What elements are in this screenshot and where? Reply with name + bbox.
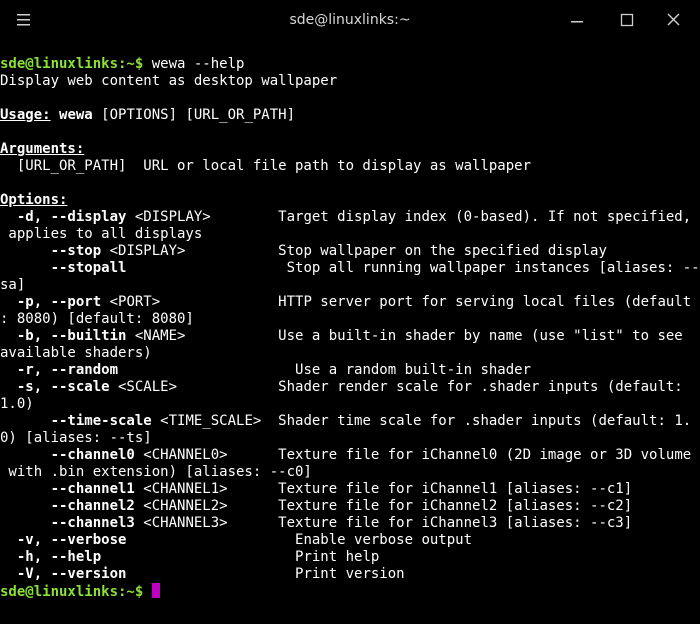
option-line: --channel1 <CHANNEL1> Texture file for i… xyxy=(0,481,700,498)
window-title: sde@linuxlinks:~ xyxy=(289,12,411,28)
option-line: --stop <DISPLAY> Stop wallpaper on the s… xyxy=(0,243,700,260)
maximize-button[interactable] xyxy=(613,8,641,34)
option-text xyxy=(0,328,17,344)
option-flag: -h, --help xyxy=(16,549,102,565)
close-icon xyxy=(667,13,680,26)
minimize-button[interactable] xyxy=(563,8,591,34)
option-text: <SCALE> Shader render scale for .shader … xyxy=(109,379,683,395)
minimize-icon xyxy=(571,21,583,23)
option-flag: -p, --port xyxy=(16,294,102,310)
option-text: with .bin extension) [aliases: --c0] xyxy=(0,464,312,480)
option-flag: -b, --builtin xyxy=(16,328,127,344)
option-text xyxy=(0,549,17,565)
option-line: --channel0 <CHANNEL0> Texture file for i… xyxy=(0,447,700,464)
option-line: -V, --version Print version xyxy=(0,566,700,583)
option-text xyxy=(0,481,51,497)
option-text: available shaders) xyxy=(0,345,152,361)
option-text xyxy=(0,566,17,582)
option-line: 1.0) xyxy=(0,396,700,413)
option-text xyxy=(0,515,51,531)
option-text xyxy=(0,294,17,310)
option-text xyxy=(0,498,51,514)
option-text: <CHANNEL2> Texture file for iChannel2 [a… xyxy=(134,498,633,514)
options-label: Options: xyxy=(0,192,68,208)
option-text: Print version xyxy=(126,566,405,582)
option-line: sa] xyxy=(0,277,700,294)
argument-line: [URL_OR_PATH] URL or local file path to … xyxy=(0,158,532,174)
option-text: applies to all displays xyxy=(0,226,203,242)
option-line: -v, --verbose Enable verbose output xyxy=(0,532,700,549)
arguments-label: Arguments: xyxy=(0,141,85,157)
option-line: --channel3 <CHANNEL3> Texture file for i… xyxy=(0,515,700,532)
option-text: <CHANNEL3> Texture file for iChannel3 [a… xyxy=(134,515,633,531)
option-text: <CHANNEL0> Texture file for iChannel0 (2… xyxy=(134,447,692,463)
prompt: sde@linuxlinks:~$ xyxy=(0,56,144,72)
option-text xyxy=(0,532,17,548)
option-text: <DISPLAY> Target display index (0-based)… xyxy=(126,209,692,225)
option-text xyxy=(0,362,17,378)
option-flag: -v, --verbose xyxy=(16,532,127,548)
option-line: -d, --display <DISPLAY> Target display i… xyxy=(0,209,700,226)
usage-args: [OPTIONS] [URL_OR_PATH] xyxy=(92,107,296,123)
option-flag: --channel1 xyxy=(50,481,135,497)
option-text: 1.0) xyxy=(0,396,34,412)
prompt: sde@linuxlinks:~$ xyxy=(0,584,144,600)
option-text xyxy=(0,413,51,429)
options-heading: Options: xyxy=(0,192,700,209)
option-flag: -s, --scale xyxy=(16,379,110,395)
option-text: sa] xyxy=(0,277,26,293)
option-text: <NAME> Use a built-in shader by name (us… xyxy=(126,328,683,344)
option-line: available shaders) xyxy=(0,345,700,362)
maximize-icon xyxy=(620,13,634,27)
usage-command: wewa xyxy=(59,107,93,123)
option-text: : 8080) [default: 8080] xyxy=(0,311,194,327)
option-flag: --stopall xyxy=(50,260,127,276)
option-text: Print help xyxy=(101,549,380,565)
option-text: Enable verbose output xyxy=(126,532,473,548)
option-line: -b, --builtin <NAME> Use a built-in shad… xyxy=(0,328,700,345)
option-text: <PORT> HTTP server port for serving loca… xyxy=(101,294,692,310)
option-line: --time-scale <TIME_SCALE> Shader time sc… xyxy=(0,413,700,430)
option-text: Stop all running wallpaper instances [al… xyxy=(126,260,700,276)
option-text: <TIME_SCALE> Shader time scale for .shad… xyxy=(151,413,692,429)
option-text: <DISPLAY> Stop wallpaper on the specifie… xyxy=(101,243,607,259)
option-flag: --stop xyxy=(50,243,102,259)
command-text: wewa --help xyxy=(143,56,245,72)
option-line: -p, --port <PORT> HTTP server port for s… xyxy=(0,294,700,311)
option-text: <CHANNEL1> Texture file for iChannel1 [a… xyxy=(134,481,633,497)
option-text xyxy=(0,260,51,276)
prompt-line: sde@linuxlinks:~$ xyxy=(0,583,700,600)
option-flag: -d, --display xyxy=(16,209,127,225)
option-line: --channel2 <CHANNEL2> Texture file for i… xyxy=(0,498,700,515)
option-text xyxy=(0,209,17,225)
command-line: sde@linuxlinks:~$ wewa --help xyxy=(0,56,700,73)
option-flag: -V, --version xyxy=(16,566,127,582)
option-flag: --time-scale xyxy=(50,413,152,429)
option-text: 0) [aliases: --ts] xyxy=(0,430,152,446)
description-line: Display web content as desktop wallpaper xyxy=(0,73,338,89)
option-flag: -r, --random xyxy=(16,362,119,378)
option-line: 0) [aliases: --ts] xyxy=(0,430,700,447)
usage-label: Usage: xyxy=(0,107,51,123)
arguments-heading: Arguments: xyxy=(0,141,700,158)
option-line: : 8080) [default: 8080] xyxy=(0,311,700,328)
option-flag: --channel0 xyxy=(50,447,135,463)
option-text xyxy=(0,447,51,463)
option-flag: --channel2 xyxy=(50,498,135,514)
option-text xyxy=(0,243,51,259)
option-line: applies to all displays xyxy=(0,226,700,243)
text-cursor xyxy=(151,583,160,598)
option-flag: --channel3 xyxy=(50,515,135,531)
option-text: Use a random built-in shader xyxy=(118,362,532,378)
option-line: -h, --help Print help xyxy=(0,549,700,566)
option-line: with .bin extension) [aliases: --c0] xyxy=(0,464,700,481)
option-text xyxy=(0,379,17,395)
option-line: -s, --scale <SCALE> Shader render scale … xyxy=(0,379,700,396)
option-line: -r, --random Use a random built-in shade… xyxy=(0,362,700,379)
terminal-output[interactable]: sde@linuxlinks:~$ wewa --help Display we… xyxy=(0,47,700,624)
title-bar: sde@linuxlinks:~ xyxy=(0,0,700,42)
close-button[interactable] xyxy=(660,8,688,34)
usage-line: Usage: wewa [OPTIONS] [URL_OR_PATH] xyxy=(0,107,700,124)
option-line: --stopall Stop all running wallpaper ins… xyxy=(0,260,700,277)
